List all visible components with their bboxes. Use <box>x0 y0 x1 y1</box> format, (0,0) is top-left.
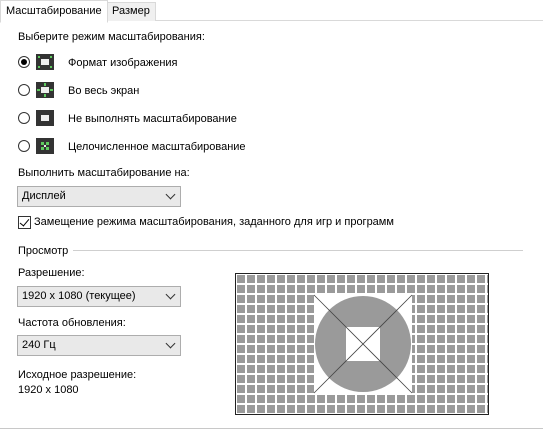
radio-no-scaling[interactable] <box>18 112 30 124</box>
chevron-down-icon <box>165 338 176 349</box>
aspect-ratio-label[interactable]: Формат изображения <box>68 57 178 69</box>
override-checkbox[interactable] <box>18 216 31 229</box>
scaling-preview <box>235 273 489 415</box>
preview-title: Просмотр <box>18 245 69 257</box>
radio-full-screen[interactable] <box>18 84 30 96</box>
aspect-ratio-icon <box>36 54 54 70</box>
chevron-down-icon <box>165 189 176 200</box>
perform-on-select[interactable]: Дисплей <box>17 186 181 207</box>
no-scaling-icon <box>36 110 54 126</box>
preview-divider <box>73 250 523 251</box>
override-label[interactable]: Замещение режима масштабирования, заданн… <box>34 216 394 228</box>
integer-scaling-label[interactable]: Целочисленное масштабирование <box>68 141 246 153</box>
scaling-mode-title: Выберите режим масштабирования: <box>18 31 205 43</box>
resolution-label: Разрешение: <box>18 267 85 279</box>
native-resolution-label: Исходное разрешение: <box>18 369 137 381</box>
radio-integer-scaling[interactable] <box>18 140 30 152</box>
bottom-divider <box>0 428 543 429</box>
radio-aspect-ratio[interactable] <box>18 56 30 68</box>
resolution-value: 1920 x 1080 (текущее) <box>22 290 136 302</box>
resolution-select[interactable]: 1920 x 1080 (текущее) <box>17 286 181 307</box>
full-screen-label[interactable]: Во весь экран <box>68 85 139 97</box>
tab-size[interactable]: Размер <box>106 2 156 21</box>
tab-scaling[interactable]: Масштабирование <box>0 0 108 23</box>
no-scaling-label[interactable]: Не выполнять масштабирование <box>68 113 237 125</box>
full-screen-icon <box>36 82 54 98</box>
refresh-rate-select[interactable]: 240 Гц <box>17 335 181 356</box>
refresh-rate-label: Частота обновления: <box>18 317 126 329</box>
preview-test-pattern-icon <box>236 274 488 414</box>
native-resolution-value: 1920 x 1080 <box>18 384 79 396</box>
integer-scaling-icon <box>36 138 54 154</box>
chevron-down-icon <box>165 289 176 300</box>
perform-on-value: Дисплей <box>22 190 66 202</box>
perform-on-label: Выполнить масштабирование на: <box>18 167 190 179</box>
refresh-rate-value: 240 Гц <box>22 339 56 351</box>
tab-bar: Масштабирование Размер <box>0 0 543 23</box>
